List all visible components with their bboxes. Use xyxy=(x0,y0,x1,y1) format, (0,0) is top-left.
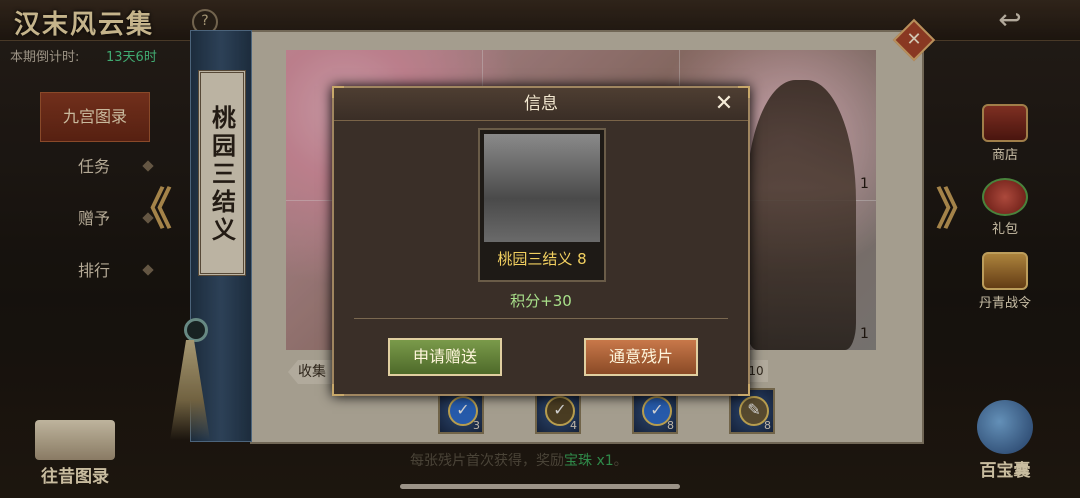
dialog-close-icon[interactable]: ✕ xyxy=(710,90,738,118)
divider xyxy=(354,318,728,319)
fragment-art xyxy=(484,134,600,242)
fragment-card: 桃园三结义 8 xyxy=(478,128,606,282)
fragment-name: 桃园三结义 8 xyxy=(497,250,587,268)
info-dialog: 信息 ✕ 桃园三结义 8 积分+30 申请赠送 通意残片 xyxy=(332,86,750,396)
home-indicator[interactable] xyxy=(400,484,680,489)
dialog-title: 信息 xyxy=(524,94,558,114)
request-gift-button[interactable]: 申请赠送 xyxy=(388,338,502,376)
corner-ornament xyxy=(738,384,750,396)
score-text: 积分+30 xyxy=(510,292,572,310)
corner-ornament xyxy=(332,384,344,396)
universal-fragment-button[interactable]: 通意残片 xyxy=(584,338,698,376)
